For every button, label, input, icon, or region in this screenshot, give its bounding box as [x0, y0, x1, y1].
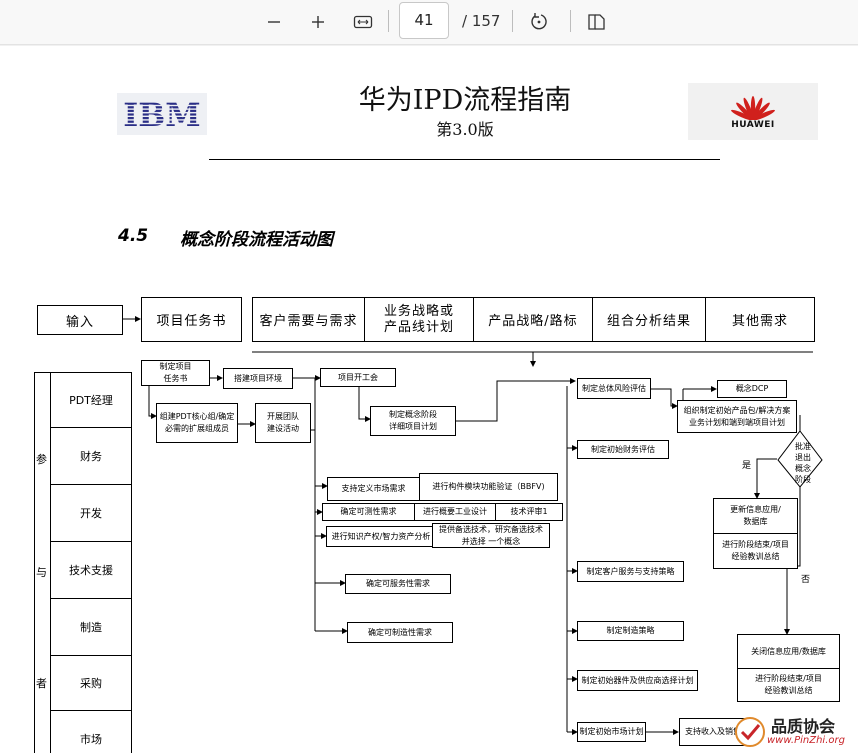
page-total: / 157 — [462, 12, 501, 30]
activity-market-plan: 制定初始市场计划 — [577, 722, 646, 742]
activity-final-lessons: 进行阶段结束/项目 经验教训总结 — [737, 668, 840, 702]
input-customer-needs: 客户需要与需求 — [252, 297, 365, 342]
participants-label-2: 与 — [36, 566, 47, 579]
fit-width-button[interactable] — [347, 6, 379, 38]
decision-no-label: 否 — [801, 575, 811, 585]
pdf-page: IBM 华为IPD流程指南 第3.0版 HUAWEI 4.5 概念阶段流程活动图 — [0, 46, 858, 753]
toolbar-divider — [570, 10, 571, 32]
activity-risk-assessment: 制定总体风险评估 — [577, 378, 651, 399]
activity-ip-analysis: 进行知识产权/智力资产分析 — [326, 526, 436, 547]
minus-icon — [268, 21, 280, 23]
role-tech-support: 技术支援 — [50, 541, 132, 599]
activity-testability: 确定可测性需求 — [322, 503, 415, 521]
rotate-button[interactable] — [523, 6, 555, 38]
activity-service-strategy: 制定客户服务与支持策略 — [577, 561, 684, 582]
input-business-strategy: 业务战略或 产品线计划 — [364, 297, 474, 342]
input-project-charter: 项目任务书 — [141, 297, 242, 342]
decision-approve-exit: 批准 退出 概念 阶段 — [795, 442, 811, 484]
activity-concept-dcp: 概念DCP — [717, 380, 787, 398]
participants-label-3: 者 — [36, 677, 47, 690]
two-page-icon — [588, 14, 605, 30]
participants-column — [34, 372, 51, 753]
participants-label-1: 参 — [36, 453, 47, 466]
two-page-view-button[interactable] — [580, 6, 612, 38]
watermark: 品质协会 www.PinZhi.org — [733, 713, 858, 753]
activity-tech-review: 技术评审1 — [495, 503, 563, 521]
activity-kickoff: 项目开工会 — [320, 368, 396, 387]
role-procurement: 采购 — [50, 655, 132, 711]
input-portfolio-analysis: 组合分析结果 — [592, 297, 706, 342]
activity-setup-env: 搭建项目环境 — [223, 368, 293, 389]
activity-industrial-design: 进行概要工业设计 — [414, 503, 496, 521]
watermark-logo-icon — [735, 717, 765, 747]
activity-supplier-plan: 制定初始器件及供应商选择计划 — [577, 670, 698, 691]
plus-icon — [312, 16, 324, 28]
page-number-input[interactable]: 41 — [399, 2, 449, 39]
input-other-needs: 其他需求 — [705, 297, 815, 342]
activity-finance-eval: 制定初始财务评估 — [577, 440, 669, 459]
input-product-roadmap: 产品战略/路标 — [473, 297, 593, 342]
activity-serviceability: 确定可服务性需求 — [345, 574, 451, 594]
fit-width-icon — [353, 15, 373, 29]
zoom-out-button[interactable] — [258, 6, 290, 38]
activity-select-concept: 提供备选技术，研究备选技术 并选择 一个概念 — [432, 523, 550, 548]
decision-yes-label: 是 — [742, 461, 752, 471]
watermark-url: www.PinZhi.org — [767, 735, 845, 746]
activity-bbfv: 进行构件模块功能验证（BBFV) — [419, 473, 558, 501]
pdf-toolbar: 41 / 157 — [0, 0, 858, 45]
role-finance: 财务 — [50, 427, 132, 485]
activity-lessons-learned: 进行阶段结束/项目 经验教训总结 — [713, 533, 798, 569]
input-label-box: 输入 — [37, 305, 123, 335]
activity-charter: 制定项目 任务书 — [141, 360, 210, 386]
activity-team-core: 组建PDT核心组/确定 必需的扩展组成员 — [156, 403, 238, 443]
activity-team-building: 开展团队 建设活动 — [255, 403, 311, 443]
activity-close-db: 关闭信息应用/数据库 — [737, 634, 840, 669]
watermark-brand: 品质协会 — [771, 717, 836, 736]
activity-market-req: 支持定义市场需求 — [327, 477, 420, 501]
activity-mfg-strategy: 制定制造策略 — [577, 621, 684, 641]
zoom-in-button[interactable] — [302, 6, 334, 38]
activity-manufacturability: 确定可制造性需求 — [347, 622, 453, 643]
activity-update-db: 更新信息应用/ 数据库 — [713, 498, 798, 534]
rotate-icon — [531, 13, 547, 30]
role-manufacturing: 制造 — [50, 598, 132, 656]
activity-concept-plan: 制定概念阶段 详细项目计划 — [370, 406, 456, 436]
role-pdt-manager: PDT经理 — [50, 372, 132, 428]
role-development: 开发 — [50, 484, 132, 542]
toolbar-divider — [388, 10, 389, 32]
role-marketing: 市场 — [50, 710, 132, 753]
toolbar-divider — [512, 10, 513, 32]
